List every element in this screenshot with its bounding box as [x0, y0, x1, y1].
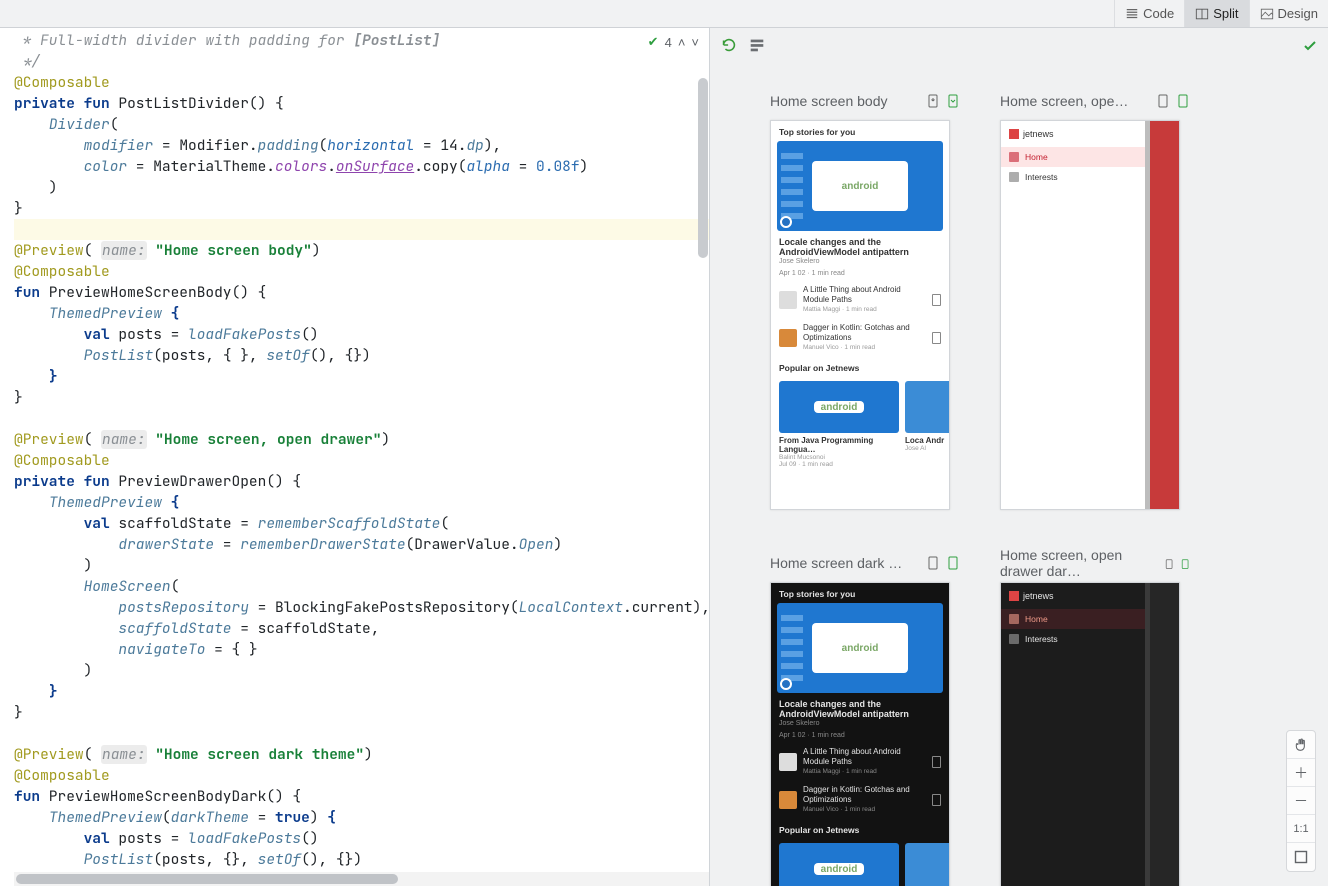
view-mode-code[interactable]: Code [1114, 0, 1184, 27]
editor-gutter [0, 28, 14, 886]
preview-device[interactable]: jetnews Home Interests [1000, 120, 1180, 510]
split-icon [1195, 7, 1209, 21]
drawer-item-home: Home [1001, 147, 1145, 167]
zoom-controls: ＋ － 1:1 [1286, 730, 1316, 872]
preview-device[interactable]: Top stories for you android Locale chang… [770, 120, 950, 510]
card: android From Java Programming Langua… Ba… [779, 381, 899, 468]
inspection-count: 4 [665, 35, 672, 50]
view-mode-split-label: Split [1213, 6, 1238, 21]
deploy-icon[interactable] [1156, 94, 1170, 108]
preview-grid: Home screen body Top stories for you and… [770, 88, 1268, 886]
view-mode-split[interactable]: Split [1184, 0, 1248, 27]
zoom-out-button[interactable]: － [1287, 787, 1315, 815]
interactive-icon[interactable] [1176, 94, 1190, 108]
prev-problem-icon[interactable]: ˄ [678, 35, 686, 50]
preview-panel: Home screen body Top stories for you and… [710, 28, 1328, 886]
card: Loca Andr Jose Al [905, 381, 950, 468]
code-editor[interactable]: * Full-width divider with padding for [P… [0, 28, 710, 886]
bookmark-icon [932, 294, 941, 306]
preview-title: Home screen, open drawer dar… [1000, 547, 1152, 579]
preview-toolbar [720, 36, 766, 54]
preview-cell-drawer-dark: Home screen, open drawer dar… jetnews Ho… [1000, 550, 1190, 886]
editor-vscroll[interactable] [697, 28, 709, 870]
build-success-icon [1302, 38, 1318, 59]
view-mode-bar: Code Split Design [0, 0, 1328, 28]
code-area[interactable]: * Full-width divider with padding for [P… [14, 28, 709, 870]
settings-icon[interactable] [748, 36, 766, 54]
list-item: A Little Thing about Android Module Path… [771, 281, 949, 319]
hero-post-title: Locale changes and the AndroidViewModel … [779, 237, 941, 257]
deploy-icon[interactable] [1164, 556, 1174, 570]
preview-cell-drawer: Home screen, ope… jetnews Home Interests [1000, 88, 1190, 510]
lines-icon [1125, 7, 1139, 21]
view-mode-design-label: Design [1278, 6, 1318, 21]
editor-hscroll[interactable] [14, 872, 709, 886]
list-item: Dagger in Kotlin: Gotchas and Optimizati… [771, 319, 949, 357]
preview-title: Home screen, ope… [1000, 93, 1128, 109]
interactive-icon[interactable] [946, 556, 960, 570]
hero-image: android [777, 141, 943, 231]
preview-title: Home screen body [770, 93, 888, 109]
image-icon [1260, 7, 1274, 21]
preview-device[interactable]: jetnews Home Interests [1000, 582, 1180, 886]
bookmark-icon [932, 332, 941, 344]
refresh-icon[interactable] [720, 36, 738, 54]
inspection-widget[interactable]: ✔ 4 ˄ ˅ [648, 34, 699, 50]
main-split: * Full-width divider with padding for [P… [0, 28, 1328, 886]
nav-drawer: jetnews Home Interests [1001, 121, 1145, 509]
check-icon: ✔ [648, 34, 659, 50]
preview-cell-home-body: Home screen body Top stories for you and… [770, 88, 960, 510]
interactive-icon[interactable] [946, 94, 960, 108]
deploy-icon[interactable] [926, 94, 940, 108]
interactive-icon[interactable] [1180, 556, 1190, 570]
preview-device[interactable]: Top stories for you android Locale chang… [770, 582, 950, 886]
preview-cell-home-body-dark: Home screen dark … Top stories for you a… [770, 550, 960, 886]
zoom-fit-button[interactable] [1287, 843, 1315, 871]
section-title: Top stories for you [779, 127, 941, 137]
drawer-item-interests: Interests [1001, 167, 1145, 187]
zoom-in-button[interactable]: ＋ [1287, 759, 1315, 787]
deploy-icon[interactable] [926, 556, 940, 570]
view-mode-code-label: Code [1143, 6, 1174, 21]
pan-tool-button[interactable] [1287, 731, 1315, 759]
zoom-reset-button[interactable]: 1:1 [1287, 815, 1315, 843]
view-mode-design[interactable]: Design [1249, 0, 1328, 27]
preview-title: Home screen dark … [770, 555, 902, 571]
